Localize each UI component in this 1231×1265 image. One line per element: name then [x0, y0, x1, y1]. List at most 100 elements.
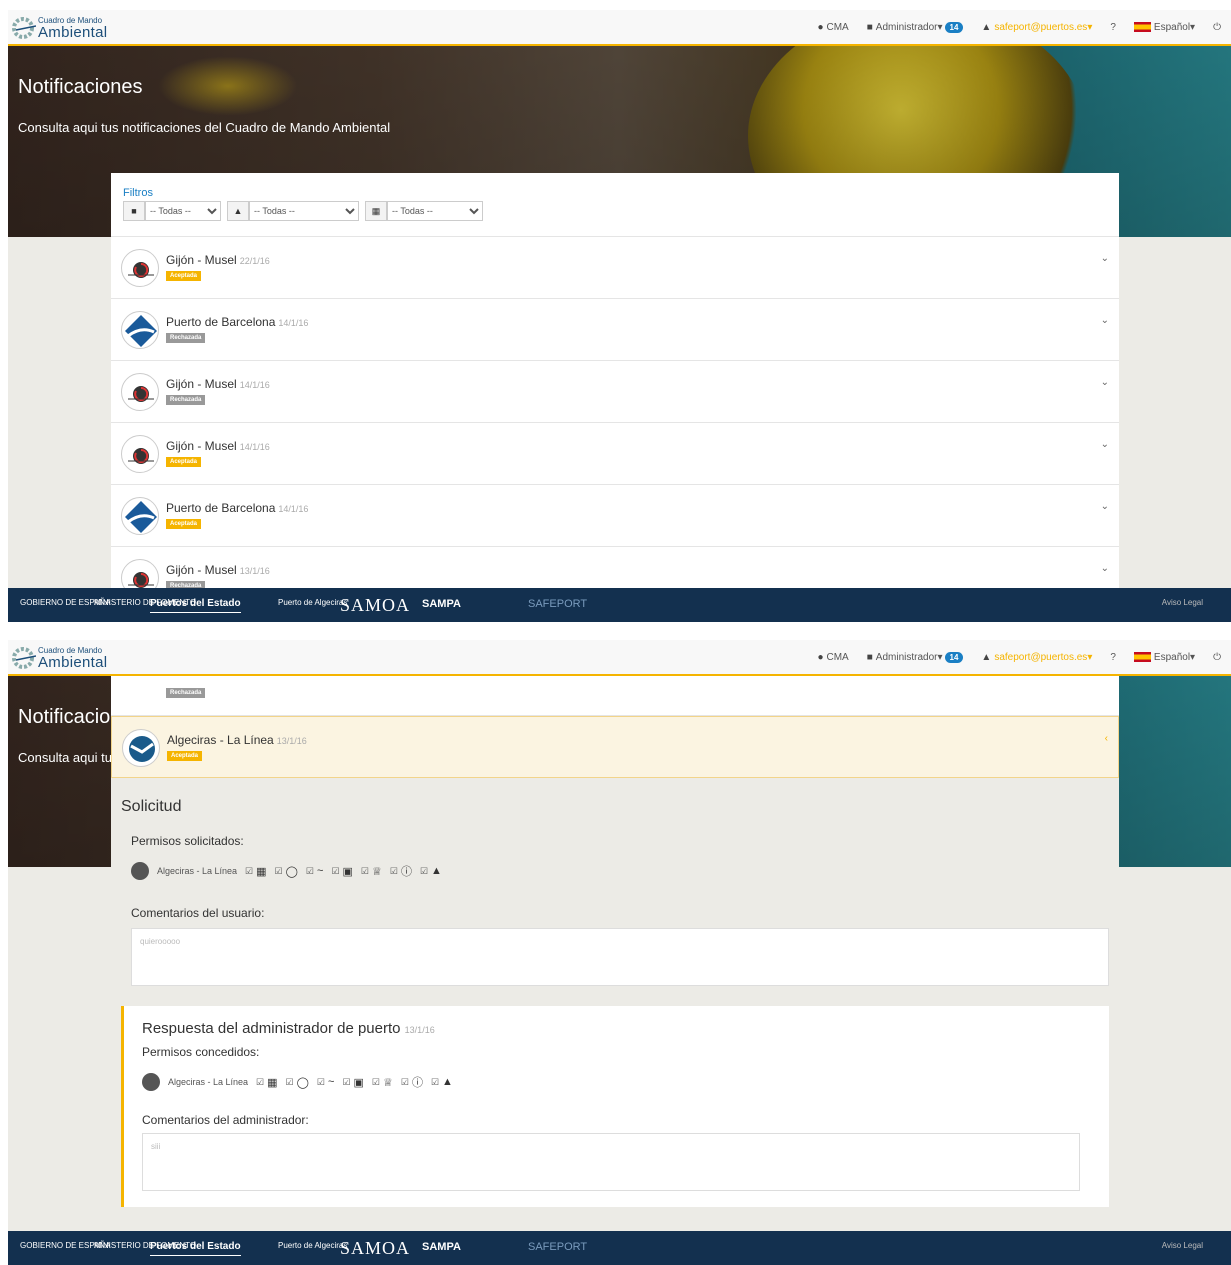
barcelona-logo-icon: [121, 311, 159, 349]
alert-icon: ⓘ: [400, 866, 412, 878]
chevron-down-icon[interactable]: ⌄: [1101, 501, 1109, 512]
power-icon[interactable]: ⏻: [1213, 652, 1221, 663]
sampa-logo: SAMPA: [422, 1241, 461, 1253]
sampa-logo: SAMPA: [422, 598, 461, 610]
port-name: Puerto de Barcelona: [166, 501, 276, 515]
footer: GOBIERNO DE ESPAÑA MINISTERIO DE FOMENTO…: [8, 1231, 1231, 1265]
nav-help[interactable]: ?: [1110, 22, 1116, 33]
power-icon[interactable]: ⏻: [1213, 22, 1221, 33]
notification-row[interactable]: Gijón - Musel 14/1/16 Aceptada ⌄: [111, 423, 1119, 485]
spain-flag-icon: [1133, 22, 1151, 32]
notification-date: 14/1/16: [278, 504, 309, 514]
user-comment-field[interactable]: quierooooo: [131, 928, 1109, 986]
notification-row[interactable]: Gijón - Musel 22/1/16 Aceptada ⌄: [111, 237, 1119, 299]
comentarios-admin-label: Comentarios del administrador:: [142, 1113, 309, 1127]
ship-icon: ▲: [442, 1076, 453, 1088]
checkbox-icon[interactable]: ☑: [306, 866, 314, 877]
gijon-logo-icon: [121, 373, 159, 411]
nav-cma[interactable]: ● CMA: [817, 22, 848, 33]
chevron-down-icon[interactable]: ⌄: [1101, 563, 1109, 574]
notification-date: 14/1/16: [239, 380, 270, 390]
page-title: Notificaciones: [18, 76, 143, 98]
checkbox-icon[interactable]: ☑: [275, 866, 283, 877]
checkbox-icon[interactable]: ☑: [390, 866, 398, 877]
permisos-solicitados: Algeciras - La Línea ☑ ▦ ☑ ◯ ☑ ~ ☑ ▣ ☑ ♕ ☑ ⓘ ☑…: [131, 862, 1119, 880]
aviso-legal-link[interactable]: Aviso Legal: [1162, 1241, 1203, 1250]
brand-logo[interactable]: Cuadro de Mando Ambiental: [12, 16, 122, 42]
solicitud-title: Solicitud: [121, 798, 182, 815]
checkbox-icon[interactable]: ☑: [401, 1077, 409, 1088]
samoa-logo: SAMOA: [340, 1238, 411, 1258]
port-name: Gijón - Musel: [166, 377, 237, 391]
barcelona-logo-icon: [121, 497, 159, 535]
notification-date: 22/1/16: [239, 256, 270, 266]
brand-logo[interactable]: Cuadro de Mando Ambiental: [12, 646, 122, 672]
notification-date: 13/1/16: [239, 566, 270, 576]
port-avatar-icon: [131, 862, 149, 880]
checkbox-icon[interactable]: ☑: [420, 866, 428, 877]
chevron-left-icon[interactable]: ‹: [1105, 733, 1108, 744]
screenshot-detail: Cuadro de Mando Ambiental ● CMA ■ Administ…: [8, 640, 1231, 1265]
nav-user[interactable]: ▲ safeport@puertos.es ▾: [981, 652, 1092, 663]
checkbox-icon[interactable]: ☑: [372, 1077, 380, 1088]
checkbox-icon[interactable]: ☑: [342, 1077, 350, 1088]
checkbox-icon[interactable]: ☑: [256, 1077, 264, 1088]
chevron-down-icon[interactable]: ⌄: [1101, 377, 1109, 388]
nav-admin[interactable]: ■ Administrador ▾ 14: [867, 651, 964, 663]
gear-icon: [12, 17, 36, 39]
admin-comment-field[interactable]: siii: [142, 1133, 1080, 1191]
filters: Filtros ■ -- Todas -- ▲ -- Todas -- ▦ -- To…: [111, 173, 1119, 237]
chevron-down-icon[interactable]: ⌄: [1101, 439, 1109, 450]
checkbox-icon[interactable]: ☑: [245, 866, 253, 877]
date-filter[interactable]: -- Todas --: [387, 201, 483, 221]
notification-row[interactable]: Gijón - Musel 14/1/16 Rechazada ⌄: [111, 361, 1119, 423]
port-name: Algeciras - La Línea: [167, 733, 274, 747]
permisos-concedidos: Algeciras - La Línea ☑ ▦ ☑ ◯ ☑ ~ ☑ ▣ ☑ ♕ ☑ ⓘ ☑…: [142, 1073, 1091, 1091]
safeport-logo: SAFEPORT: [528, 598, 588, 610]
notification-date: 14/1/16: [239, 442, 270, 452]
nav-language[interactable]: Español ▾: [1133, 22, 1195, 33]
screenshot-list: Cuadro de Mando Ambiental ● CMA ■ Administ…: [8, 10, 1231, 622]
notification-row[interactable]: Rechazada: [111, 676, 1119, 716]
nav-cma[interactable]: ● CMA: [817, 652, 848, 663]
wave-icon: ~: [317, 865, 324, 877]
response-date: 13/1/16: [404, 1025, 435, 1035]
notification-row-expanded[interactable]: Algeciras - La Línea 13/1/16 Aceptada ‹: [111, 716, 1119, 778]
user-icon: ▲: [981, 21, 992, 33]
checkbox-icon[interactable]: ☑: [317, 1077, 325, 1088]
spain-flag-icon: [1133, 652, 1151, 662]
alert-icon: ⓘ: [411, 1077, 423, 1089]
notification-row[interactable]: Puerto de Barcelona 14/1/16 Rechazada ⌄: [111, 299, 1119, 361]
checkbox-icon[interactable]: ☑: [331, 866, 339, 877]
document-icon: ▣: [353, 1076, 364, 1089]
calendar-icon: ▦: [365, 201, 387, 221]
port-avatar-icon: [142, 1073, 160, 1091]
permisos-solicitados-label: Permisos solicitados:: [131, 834, 244, 848]
nav-help[interactable]: ?: [1110, 652, 1116, 663]
checkbox-icon[interactable]: ☑: [431, 1077, 439, 1088]
puertos-logo: Puertos del Estado: [150, 1241, 241, 1256]
status-badge: Rechazada: [166, 333, 206, 343]
ship-icon: ▲: [431, 865, 442, 877]
status-badge: Aceptada: [166, 457, 202, 467]
crown-icon: ♕: [383, 1076, 393, 1089]
user-filter[interactable]: -- Todas --: [249, 201, 359, 221]
brand-big: Ambiental: [38, 654, 108, 671]
aviso-legal-link[interactable]: Aviso Legal: [1162, 598, 1203, 607]
globe-icon: ◯: [285, 865, 298, 878]
notification-row[interactable]: Puerto de Barcelona 14/1/16 Aceptada ⌄: [111, 485, 1119, 547]
square-icon: ■: [123, 201, 145, 221]
user-icon: ▲: [981, 651, 992, 663]
nav-admin[interactable]: ■ Administrador ▾ 14: [867, 21, 964, 33]
checkbox-icon[interactable]: ☑: [286, 1077, 294, 1088]
chevron-down-icon[interactable]: ⌄: [1101, 315, 1109, 326]
permisos-concedidos-label: Permisos concedidos:: [142, 1045, 260, 1059]
checkbox-icon[interactable]: ☑: [361, 866, 369, 877]
status-filter[interactable]: -- Todas --: [145, 201, 221, 221]
binoculars-icon: ●: [817, 651, 824, 663]
crown-icon: ♕: [372, 865, 382, 878]
samoa-logo: SAMOA: [340, 595, 411, 615]
nav-user[interactable]: ▲ safeport@puertos.es ▾: [981, 22, 1092, 33]
chevron-down-icon[interactable]: ⌄: [1101, 253, 1109, 264]
nav-language[interactable]: Español ▾: [1133, 652, 1195, 663]
